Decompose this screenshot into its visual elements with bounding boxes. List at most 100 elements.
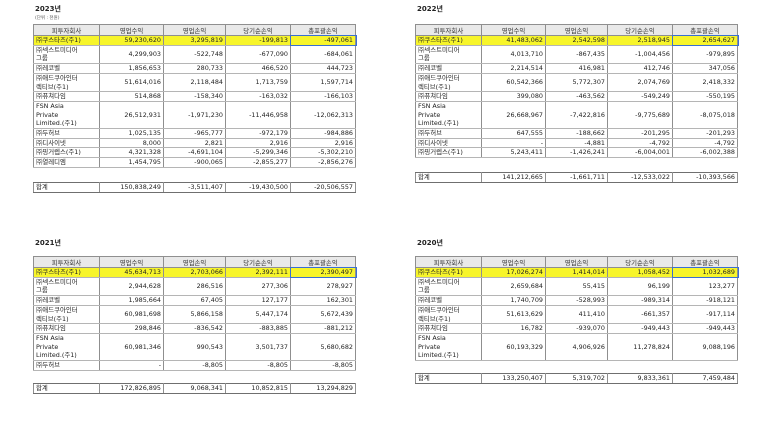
value-cell: 466,520 <box>225 63 291 74</box>
value-cell: -949,443 <box>672 323 738 334</box>
column-header: 당기순손익 <box>607 256 673 268</box>
company-name-cell: ㈜두허브 <box>33 360 100 371</box>
value-cell: -918,121 <box>672 295 738 306</box>
value-cell: -989,314 <box>607 295 673 306</box>
total-value-cell: -1,661,711 <box>545 172 608 184</box>
value-cell: 280,733 <box>163 63 226 74</box>
value-cell: 2,074,769 <box>607 73 673 93</box>
value-cell: 17,026,274 <box>481 267 546 278</box>
table-2021: 피투자회사 영업수익 영업손익 당기순손익 총포괄손익 ㈜쿠스타즈(주1) 45,634,7… <box>33 256 357 394</box>
value-cell: -2,856,276 <box>290 157 356 168</box>
table-row: ㈜레코벨 1,985,664 67,405 127,177 162,301 <box>33 295 356 306</box>
table-row: ㈜디사이넷 8,000 2,821 2,916 2,916 <box>33 138 356 149</box>
table-row: ㈜퓨쳐다임 514,868 -158,340 -163,032 -166,103 <box>33 91 356 102</box>
table-row: ㈜애드쿠아인터 렉티브(주1) 60,981,698 5,866,158 5,447,… <box>33 305 356 325</box>
value-cell: -4,881 <box>545 138 608 149</box>
value-cell: 51,613,629 <box>481 305 546 325</box>
total-row: 합계 150,838,249 -3,511,407 -19,430,500 -20,50… <box>33 181 356 193</box>
value-cell: 4,013,710 <box>481 45 546 65</box>
company-name-cell: ㈜퓨쳐다임 <box>33 91 100 102</box>
unit-note: (단위 : 천원) <box>35 16 60 21</box>
value-cell: 1,414,014 <box>545 267 608 278</box>
value-cell: 2,392,111 <box>225 267 291 278</box>
value-cell: -4,691,104 <box>163 147 226 159</box>
value-cell: -12,062,313 <box>290 101 356 130</box>
value-cell: 2,916 <box>290 138 356 149</box>
value-cell: 416,981 <box>545 63 608 74</box>
value-cell: -497,061 <box>289 34 357 47</box>
value-cell: 1,025,135 <box>99 128 164 139</box>
value-cell: 2,944,628 <box>99 277 164 297</box>
table-row: ㈜퓨쳐다임 399,080 -463,562 -549,249 -550,195 <box>415 91 738 102</box>
value-cell: 2,390,497 <box>289 266 357 279</box>
value-cell: -4,792 <box>672 138 738 149</box>
company-name-cell: ㈜퓨쳐다임 <box>415 91 482 102</box>
value-cell: -677,090 <box>225 45 291 65</box>
value-cell: -867,435 <box>545 45 608 65</box>
value-cell: -661,357 <box>607 305 673 325</box>
value-cell: 11,278,824 <box>607 333 673 362</box>
value-cell: -965,777 <box>163 128 226 139</box>
column-header: 피투자회사 <box>33 256 100 268</box>
company-name-cell: ㈜레코벨 <box>33 63 100 74</box>
header-row: 피투자회사 영업수익 영업손익 당기순손익 총포괄손익 <box>415 256 738 268</box>
table-row: FSN Asia Private Limited.(주1) 60,193,329 4… <box>415 333 738 362</box>
total-value-cell: 13,294,829 <box>290 382 356 394</box>
value-cell: 4,906,926 <box>545 333 608 362</box>
column-header: 당기순손익 <box>225 256 291 268</box>
value-cell: -1,004,456 <box>607 45 673 65</box>
value-cell: -939,070 <box>545 323 608 334</box>
value-cell: 59,230,620 <box>99 35 164 46</box>
column-header: 피투자회사 <box>415 256 482 268</box>
value-cell: 9,088,196 <box>672 333 738 362</box>
value-cell: 514,868 <box>99 91 164 102</box>
table-row: FSN Asia Private Limited.(주1) 60,981,346 9… <box>33 333 356 362</box>
table-row: ㈜넥스트미디어 그룹 2,944,628 286,516 277,306 278,927 <box>33 277 356 297</box>
table-row: ㈜애드쿠아인터 렉티브(주1) 60,542,366 5,772,307 2,074,… <box>415 73 738 93</box>
value-cell: 2,654,627 <box>671 34 739 47</box>
value-cell: 347,056 <box>672 63 738 74</box>
value-cell: 1,985,664 <box>99 295 164 306</box>
table-row: FSN Asia Private Limited.(주1) 26,668,967-… <box>415 101 738 130</box>
table-row: ㈜퓨쳐다임 16,782 -939,070 -949,443 -949,443 <box>415 323 738 334</box>
total-value-cell: 7,459,484 <box>672 373 738 385</box>
header-row: 피투자회사 영업수익 영업손익 당기순손익 총포괄손익 <box>415 24 738 36</box>
value-cell: -463,562 <box>545 91 608 102</box>
total-value-cell: 150,838,249 <box>99 181 164 193</box>
column-header: 총포괄손익 <box>672 256 738 268</box>
table-row: ㈜열레디엠 1,454,795 -900,065 -2,855,277 -2,856,2… <box>33 157 356 168</box>
total-value-cell: 9,068,341 <box>163 382 226 394</box>
value-cell: 4,321,328 <box>99 147 164 159</box>
company-name-cell: ㈜열레디엠 <box>33 157 100 168</box>
value-cell: 5,772,307 <box>545 73 608 93</box>
total-value-cell: -12,533,022 <box>607 172 673 184</box>
header-row: 피투자회사 영업수익 영업손익 당기순손익 총포괄손익 <box>33 256 356 268</box>
column-header: 영업손익 <box>545 24 608 36</box>
value-cell: 5,866,158 <box>163 305 226 325</box>
company-name-cell: ㈜레코벨 <box>415 295 482 306</box>
company-name-cell: ㈜애드쿠아인터 렉티브(주1) <box>33 73 100 93</box>
total-value-cell: 10,852,815 <box>225 382 291 394</box>
table-row: ㈜레코벨 2,214,514 416,981 412,746 347,056 <box>415 63 738 74</box>
value-cell: -201,293 <box>672 128 738 139</box>
column-header: 영업수익 <box>481 256 546 268</box>
value-cell: -1,426,241 <box>545 147 608 159</box>
company-name-cell: ㈜디사이넷 <box>415 138 482 149</box>
header-row: 피투자회사 영업수익 영업손익 당기순손익 총포괄손익 <box>33 24 356 36</box>
table-row: ㈜두허브 647,555 -188,662 -201,295 -201,293 <box>415 128 738 139</box>
table-row: ㈜디사이넷 - -4,881 -4,792 -4,792 <box>415 138 738 149</box>
value-cell: -917,114 <box>672 305 738 325</box>
table-row: ㈜쿠스타즈(주1) 59,230,620 3,295,819 -199,813 -497… <box>33 34 357 47</box>
table-row: ㈜핑거렙스(주1) 4,321,328 -4,691,104 -5,299,346 -5… <box>33 147 356 159</box>
table-row: ㈜애드쿠아인터 렉티브(주1) 51,613,629 411,410 -661,357… <box>415 305 738 325</box>
column-header: 영업수익 <box>481 24 546 36</box>
value-cell: 399,080 <box>481 91 546 102</box>
value-cell: -6,002,388 <box>672 147 738 159</box>
value-cell: 990,543 <box>163 333 226 362</box>
value-cell: -5,302,210 <box>290 147 356 159</box>
value-cell: 5,672,439 <box>290 305 356 325</box>
total-value-cell: 141,212,665 <box>481 172 546 184</box>
column-header: 영업손익 <box>545 256 608 268</box>
total-value-cell: 9,833,361 <box>607 373 673 385</box>
spacer-row <box>33 167 356 183</box>
